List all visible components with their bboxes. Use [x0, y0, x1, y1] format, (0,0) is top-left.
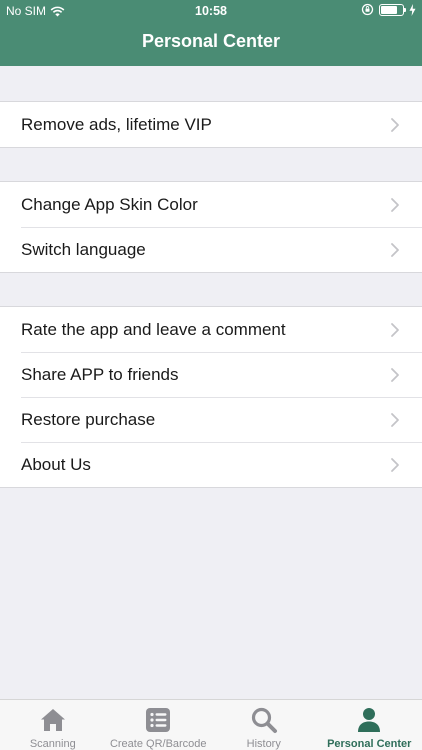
chevron-right-icon: [391, 458, 399, 472]
row-label: Remove ads, lifetime VIP: [21, 114, 212, 134]
person-icon: [358, 708, 381, 732]
battery-fill: [381, 5, 397, 14]
tab-history[interactable]: History: [211, 700, 317, 750]
tab-label: Personal Center: [327, 738, 412, 750]
search-icon: [251, 707, 277, 733]
navigation-header: No SIM 10:58 Personal Center: [0, 0, 422, 66]
chevron-right-icon: [391, 368, 399, 382]
row-label: Restore purchase: [21, 409, 156, 429]
settings-row-skin-color[interactable]: Change App Skin Color: [0, 182, 422, 227]
tab-create-code[interactable]: Create QR/Barcode: [106, 700, 212, 750]
list-icon: [146, 708, 171, 732]
status-bar: No SIM 10:58: [0, 0, 422, 22]
charging-bolt-icon: [409, 3, 416, 16]
settings-row-about-us[interactable]: About Us: [0, 442, 422, 487]
status-time: 10:58: [195, 4, 227, 18]
battery-icon: [379, 3, 406, 16]
home-icon: [40, 709, 65, 731]
row-label: Share APP to friends: [21, 364, 179, 384]
settings-row-restore-purchase[interactable]: Restore purchase: [0, 397, 422, 442]
row-label: Change App Skin Color: [21, 194, 198, 214]
settings-row-rate-app[interactable]: Rate the app and leave a comment: [0, 307, 422, 352]
chevron-right-icon: [391, 243, 399, 257]
tab-scanning[interactable]: Scanning: [0, 700, 106, 750]
settings-row-remove-ads[interactable]: Remove ads, lifetime VIP: [0, 102, 422, 147]
chevron-right-icon: [391, 413, 399, 427]
chevron-right-icon: [391, 198, 399, 212]
settings-group-vip: Remove ads, lifetime VIP: [0, 101, 422, 148]
orientation-lock-icon: [361, 3, 374, 16]
settings-row-share-app[interactable]: Share APP to friends: [0, 352, 422, 397]
personal-center-screen: No SIM 10:58 Personal Center Remove ads,…: [0, 0, 422, 750]
chevron-right-icon: [391, 118, 399, 132]
page-title: Personal Center: [141, 31, 281, 51]
chevron-right-icon: [391, 323, 399, 337]
tab-label: Scanning: [29, 738, 76, 750]
tab-label: History: [246, 738, 281, 750]
row-label: Rate the app and leave a comment: [21, 319, 286, 339]
settings-group-general: Rate the app and leave a comment Share A…: [0, 306, 422, 488]
tab-personal-center[interactable]: Personal Center: [317, 700, 422, 750]
row-label: Switch language: [21, 239, 146, 259]
settings-row-switch-language[interactable]: Switch language: [0, 227, 422, 272]
row-label: About Us: [21, 454, 91, 474]
tab-bar: Scanning Create QR/Barcode History Perso…: [0, 699, 422, 750]
settings-group-appearance: Change App Skin Color Switch language: [0, 181, 422, 273]
tab-label: Create QR/Barcode: [109, 738, 207, 750]
status-right: [361, 3, 416, 16]
